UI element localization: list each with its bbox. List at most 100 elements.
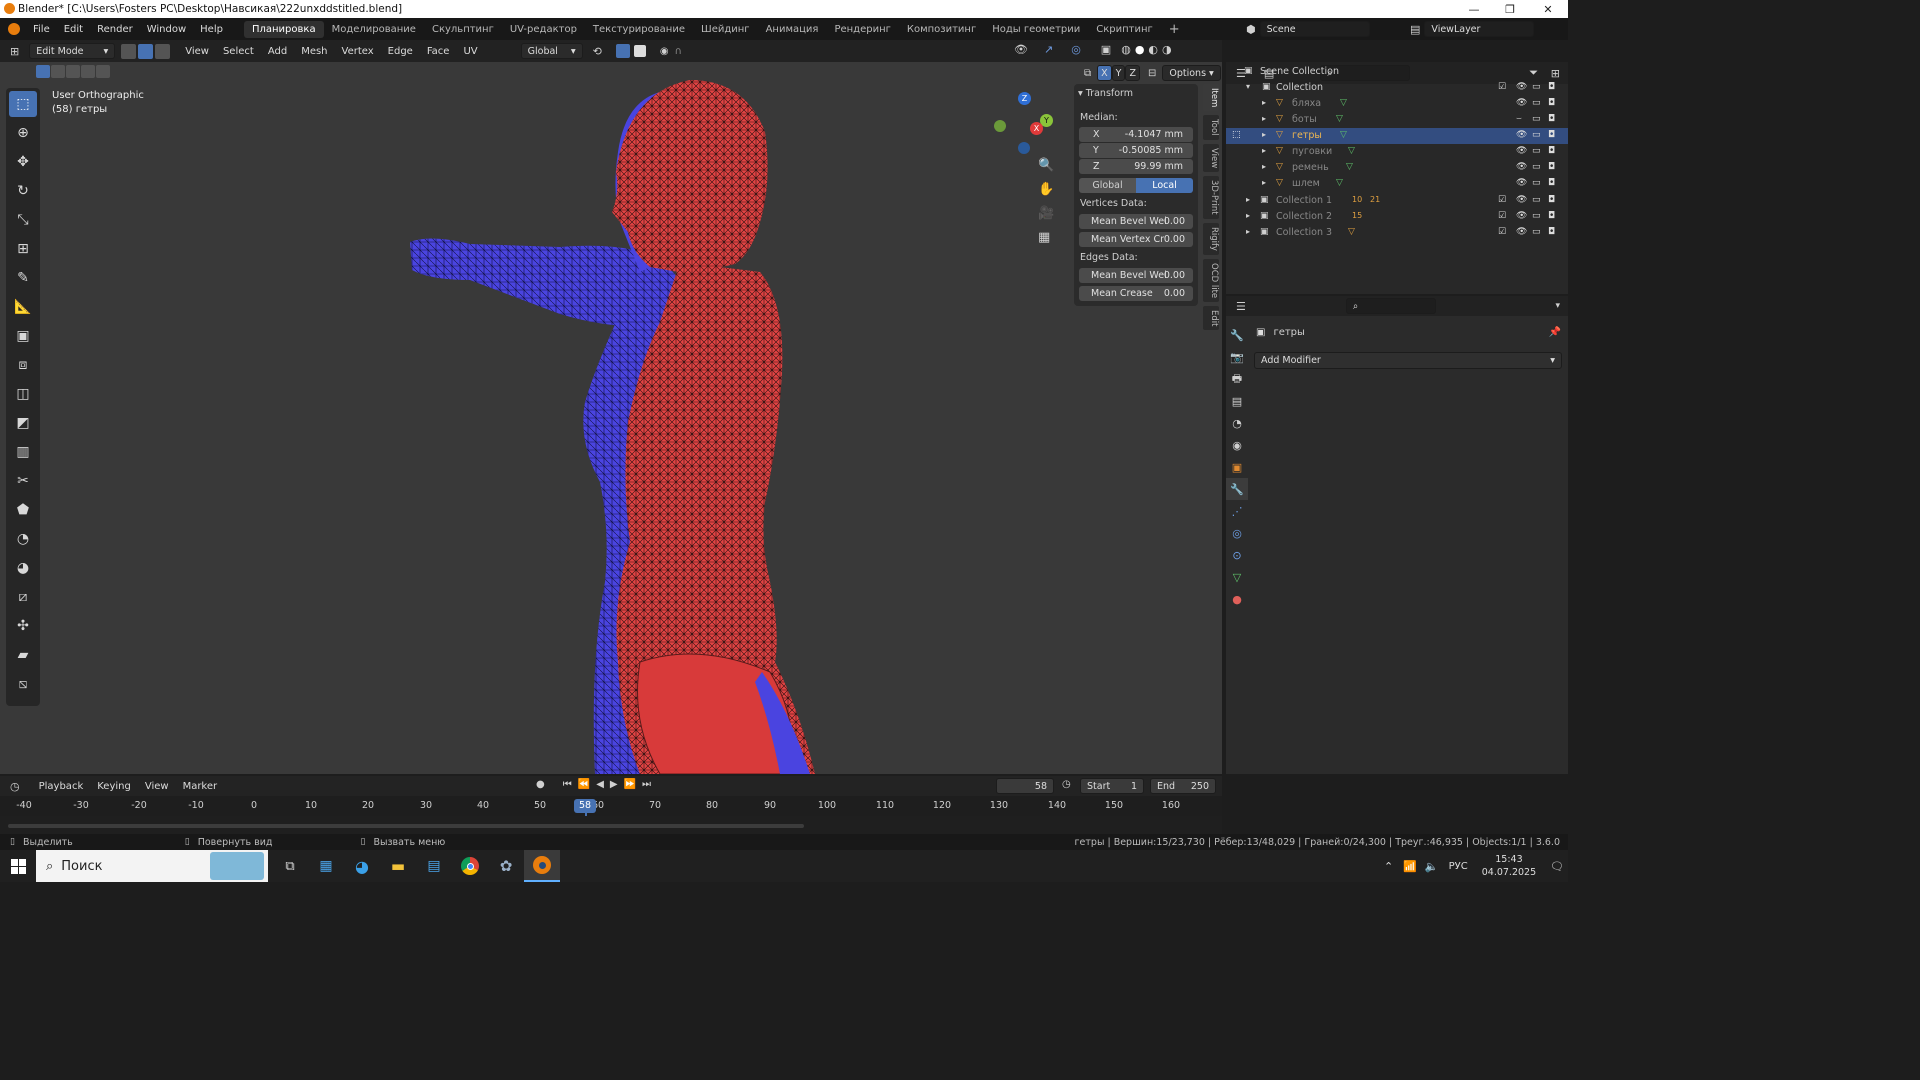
cursor-tool-icon[interactable]: ⊕ <box>9 120 37 146</box>
annotate-tool-icon[interactable]: ✎ <box>9 265 37 291</box>
add-cube-tool-icon[interactable]: ▣ <box>9 323 37 349</box>
timeline-menu-playback[interactable]: Playback <box>32 781 91 792</box>
pivot-icon[interactable]: ⟲ <box>593 45 602 58</box>
dropdown-icon[interactable]: ▾ <box>1555 301 1560 311</box>
local-space-button[interactable]: Local <box>1136 178 1193 193</box>
menu-window[interactable]: Window <box>140 24 193 35</box>
smooth-tool-icon[interactable]: ◕ <box>9 555 37 581</box>
workspace-tab-modeling[interactable]: Моделирование <box>324 21 424 38</box>
median-y-field[interactable]: Y -0.50085 mm <box>1079 143 1193 158</box>
mode-selector[interactable]: Edit Mode ▾ <box>29 43 116 59</box>
prev-key-icon[interactable]: ⏪ <box>578 779 590 790</box>
extrude-tool-icon[interactable]: ⧈ <box>9 352 37 378</box>
options-dropdown[interactable]: Options ▾ <box>1162 65 1221 81</box>
play-reverse-icon[interactable]: ◀ <box>596 779 604 790</box>
tab-edit[interactable]: Edit <box>1203 305 1219 331</box>
header-menu-vertex[interactable]: Vertex <box>335 46 381 57</box>
shrink-fatten-tool-icon[interactable]: ✣ <box>9 613 37 639</box>
select-box-tool-icon[interactable]: ⬚ <box>9 91 37 117</box>
zoom-icon[interactable]: 🔍 <box>1038 158 1058 182</box>
render-props-icon[interactable]: 📷 <box>1226 346 1248 368</box>
pan-hand-icon[interactable]: ✋ <box>1038 182 1058 206</box>
transform-tool-icon[interactable]: ⊞ <box>9 236 37 262</box>
overlay-toggle-icon[interactable]: ◎ <box>1071 43 1081 56</box>
menu-help[interactable]: Help <box>193 24 230 35</box>
tab-3d-print[interactable]: 3D-Print <box>1203 176 1219 219</box>
start-frame-field[interactable]: Start 1 <box>1080 778 1144 794</box>
poly-build-tool-icon[interactable]: ⬟ <box>9 497 37 523</box>
modifier-props-icon[interactable]: 🔧 <box>1226 478 1248 500</box>
shading-wireframe-icon[interactable]: ◍ <box>1121 43 1131 56</box>
view-layer-props-icon[interactable]: ▤ <box>1226 390 1248 412</box>
gizmo-neg-z[interactable] <box>1018 142 1030 154</box>
header-menu-select[interactable]: Select <box>216 46 261 57</box>
workspace-tab-uv[interactable]: UV-редактор <box>502 21 585 38</box>
viewlayer-selector[interactable]: ViewLayer <box>1424 21 1535 37</box>
jump-end-icon[interactable]: ⏭ <box>642 779 651 790</box>
properties-search-input[interactable]: ⌕ <box>1345 298 1436 314</box>
close-icon[interactable]: ✕ <box>1530 0 1566 18</box>
face-select-icon[interactable] <box>155 43 171 59</box>
volume-icon[interactable]: 🔈 <box>1425 860 1439 873</box>
proportional-edit-icon[interactable]: ◉ <box>660 46 669 57</box>
axis-y-toggle[interactable]: Y <box>1111 65 1126 81</box>
next-key-icon[interactable]: ⏩ <box>624 779 636 790</box>
data-props-icon[interactable]: ▽ <box>1226 566 1248 588</box>
select-extend-icon[interactable] <box>51 65 65 78</box>
visibility-icon[interactable]: 👁 <box>1014 43 1028 56</box>
physics-props-icon[interactable]: ◎ <box>1226 522 1248 544</box>
workspace-tab-layout[interactable]: Планировка <box>243 20 324 38</box>
language-indicator[interactable]: РУС <box>1449 861 1468 872</box>
3d-viewport[interactable]: User Orthographic (58) гетры Z Y X 🔍 ✋ 🎥… <box>0 62 1222 774</box>
mean-vertex-crease-field[interactable]: Mean Vertex Cr 0.00 <box>1079 232 1193 247</box>
constraints-props-icon[interactable]: ⊙ <box>1226 544 1248 566</box>
select-new-icon[interactable] <box>36 65 50 78</box>
gizmo-z-axis[interactable]: Z <box>1018 92 1031 105</box>
workspace-tab-animation[interactable]: Анимация <box>758 21 827 38</box>
axis-z-toggle[interactable]: Z <box>1125 65 1140 81</box>
object-props-icon[interactable]: ▣ <box>1226 456 1248 478</box>
menu-file[interactable]: File <box>26 24 57 35</box>
app-icon[interactable]: ✿ <box>488 850 524 882</box>
preview-range-icon[interactable]: ◷ <box>1062 779 1071 790</box>
axis-x-toggle[interactable]: X <box>1097 65 1112 81</box>
auto-merge-icon[interactable]: ⊟ <box>1148 68 1156 79</box>
edge-select-icon[interactable] <box>138 43 154 59</box>
loop-cut-tool-icon[interactable]: ▥ <box>9 439 37 465</box>
snap-icon[interactable] <box>615 44 630 58</box>
scene-icon[interactable]: ⬢ <box>1246 23 1256 36</box>
add-modifier-dropdown[interactable]: Add Modifier ▾ <box>1254 352 1562 369</box>
header-menu-add[interactable]: Add <box>261 46 294 57</box>
restore-icon[interactable]: ❐ <box>1492 0 1528 18</box>
play-icon[interactable]: ▶ <box>610 779 618 790</box>
median-z-field[interactable]: Z 99.99 mm <box>1079 159 1193 174</box>
vertex-select-icon[interactable] <box>121 43 137 59</box>
header-menu-uv[interactable]: UV <box>456 46 484 57</box>
header-menu-view[interactable]: View <box>178 46 216 57</box>
timeline-ruler[interactable]: -40 -30 -20 -10 0 10 20 30 40 50 60 70 8… <box>0 796 1222 816</box>
workspace-tab-geometry-nodes[interactable]: Ноды геометрии <box>984 21 1088 38</box>
scene-props-icon[interactable]: ◔ <box>1226 412 1248 434</box>
timeline-menu-marker[interactable]: Marker <box>176 781 225 792</box>
viewlayer-icon[interactable]: ▤ <box>1410 23 1420 36</box>
bevel-tool-icon[interactable]: ◩ <box>9 410 37 436</box>
gizmo-neg-y[interactable] <box>994 120 1006 132</box>
gizmo-x-axis[interactable]: X <box>1030 122 1043 135</box>
tab-item[interactable]: Item <box>1203 84 1219 112</box>
select-subtract-icon[interactable] <box>66 65 80 78</box>
median-x-field[interactable]: X -4.1047 mm <box>1079 127 1193 142</box>
rip-tool-icon[interactable]: ⧅ <box>9 671 37 697</box>
notification-icon[interactable]: 🗨 <box>1550 860 1564 873</box>
select-invert-icon[interactable] <box>81 65 95 78</box>
properties-editor-icon[interactable]: ☰ <box>1236 300 1246 313</box>
workspace-tab-scripting[interactable]: Скриптинг <box>1088 21 1161 38</box>
menu-render[interactable]: Render <box>90 24 140 35</box>
tab-view[interactable]: View <box>1203 143 1219 173</box>
scale-tool-icon[interactable]: ⤡ <box>9 207 37 233</box>
workspace-tab-shading[interactable]: Шейдинг <box>693 21 758 38</box>
world-props-icon[interactable]: ◉ <box>1226 434 1248 456</box>
record-icon[interactable]: ● <box>536 779 545 790</box>
edge-browser-icon[interactable]: ◕ <box>344 850 380 882</box>
chrome-browser-icon[interactable] <box>452 850 488 882</box>
tool-props-icon[interactable]: 🔧 <box>1226 324 1248 346</box>
